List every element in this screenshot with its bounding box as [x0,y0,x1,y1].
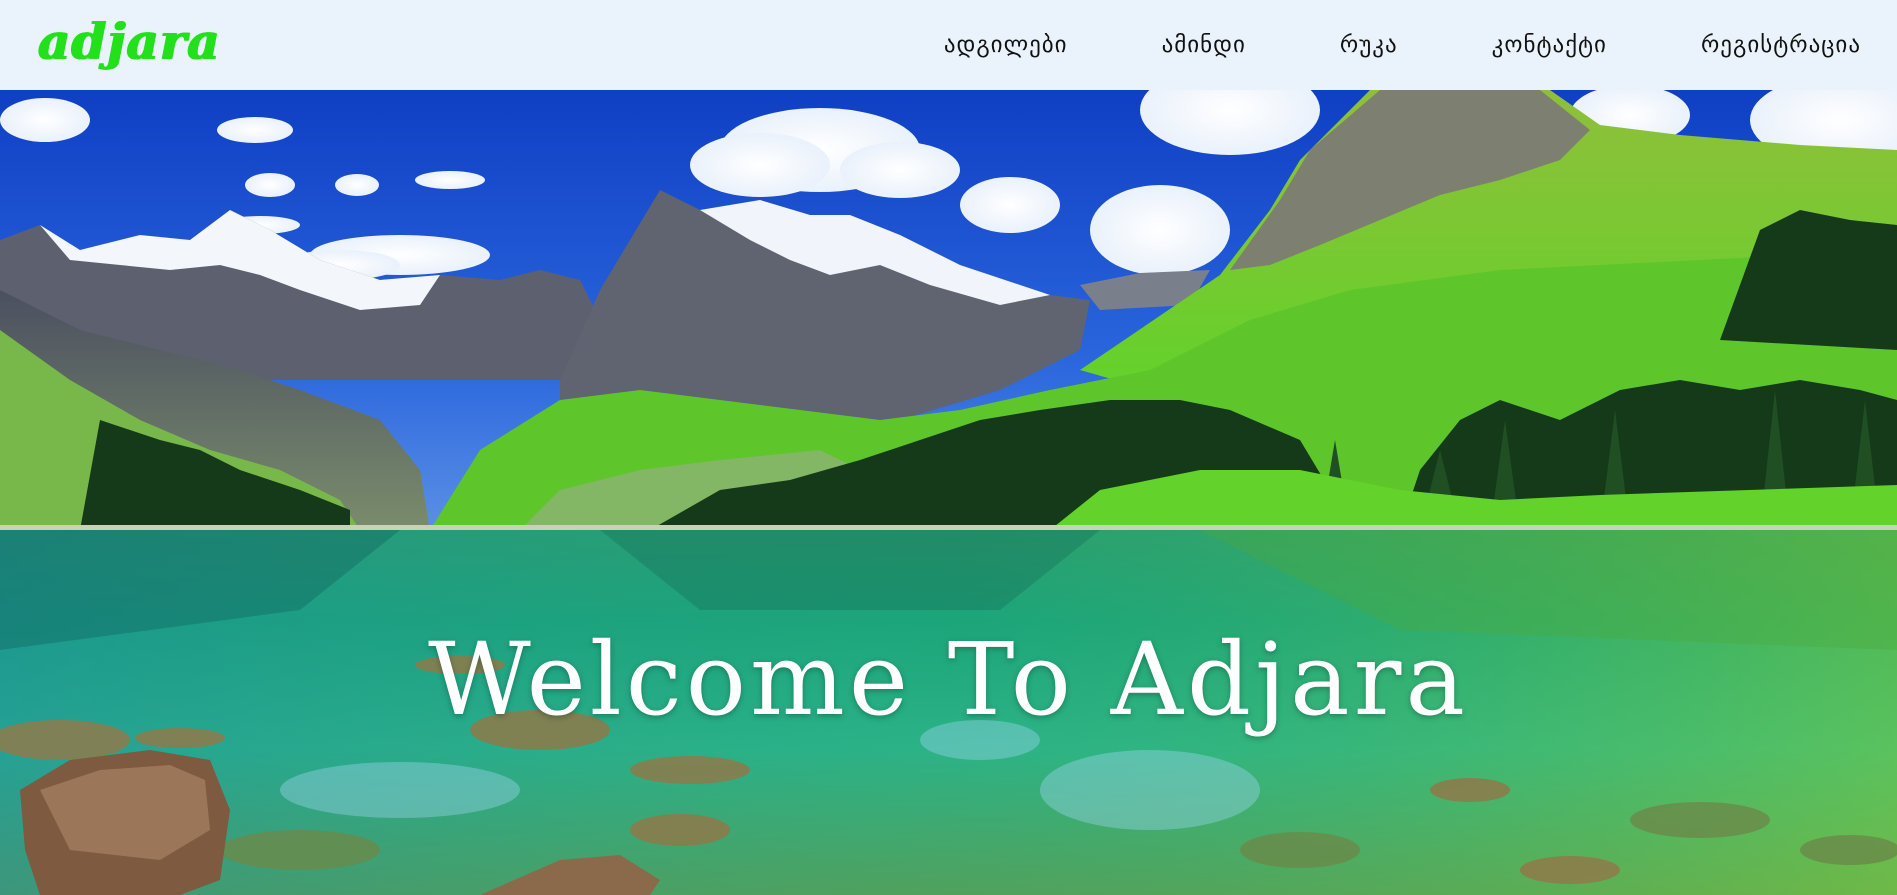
hero-landscape-image [0,90,1897,895]
nav-item-map[interactable]: რუკა [1340,32,1398,58]
hero-headline: Welcome To Adjara [428,621,1469,738]
nav-item-weather[interactable]: ამინდი [1162,32,1246,58]
site-logo[interactable]: adjara [38,17,221,67]
nav-item-places[interactable]: ადგილები [944,32,1068,58]
nav-item-contact[interactable]: კონტაქტი [1492,32,1607,58]
hero-banner: Welcome To Adjara [0,90,1897,895]
top-navbar: adjara ადგილები ამინდი რუკა კონტაქტი რეგ… [0,0,1897,90]
page: adjara ადგილები ამინდი რუკა კონტაქტი რეგ… [0,0,1897,895]
nav-item-registration[interactable]: რეგისტრაცია [1701,32,1861,58]
main-nav: ადგილები ამინდი რუკა კონტაქტი რეგისტრაცი… [850,32,1861,58]
